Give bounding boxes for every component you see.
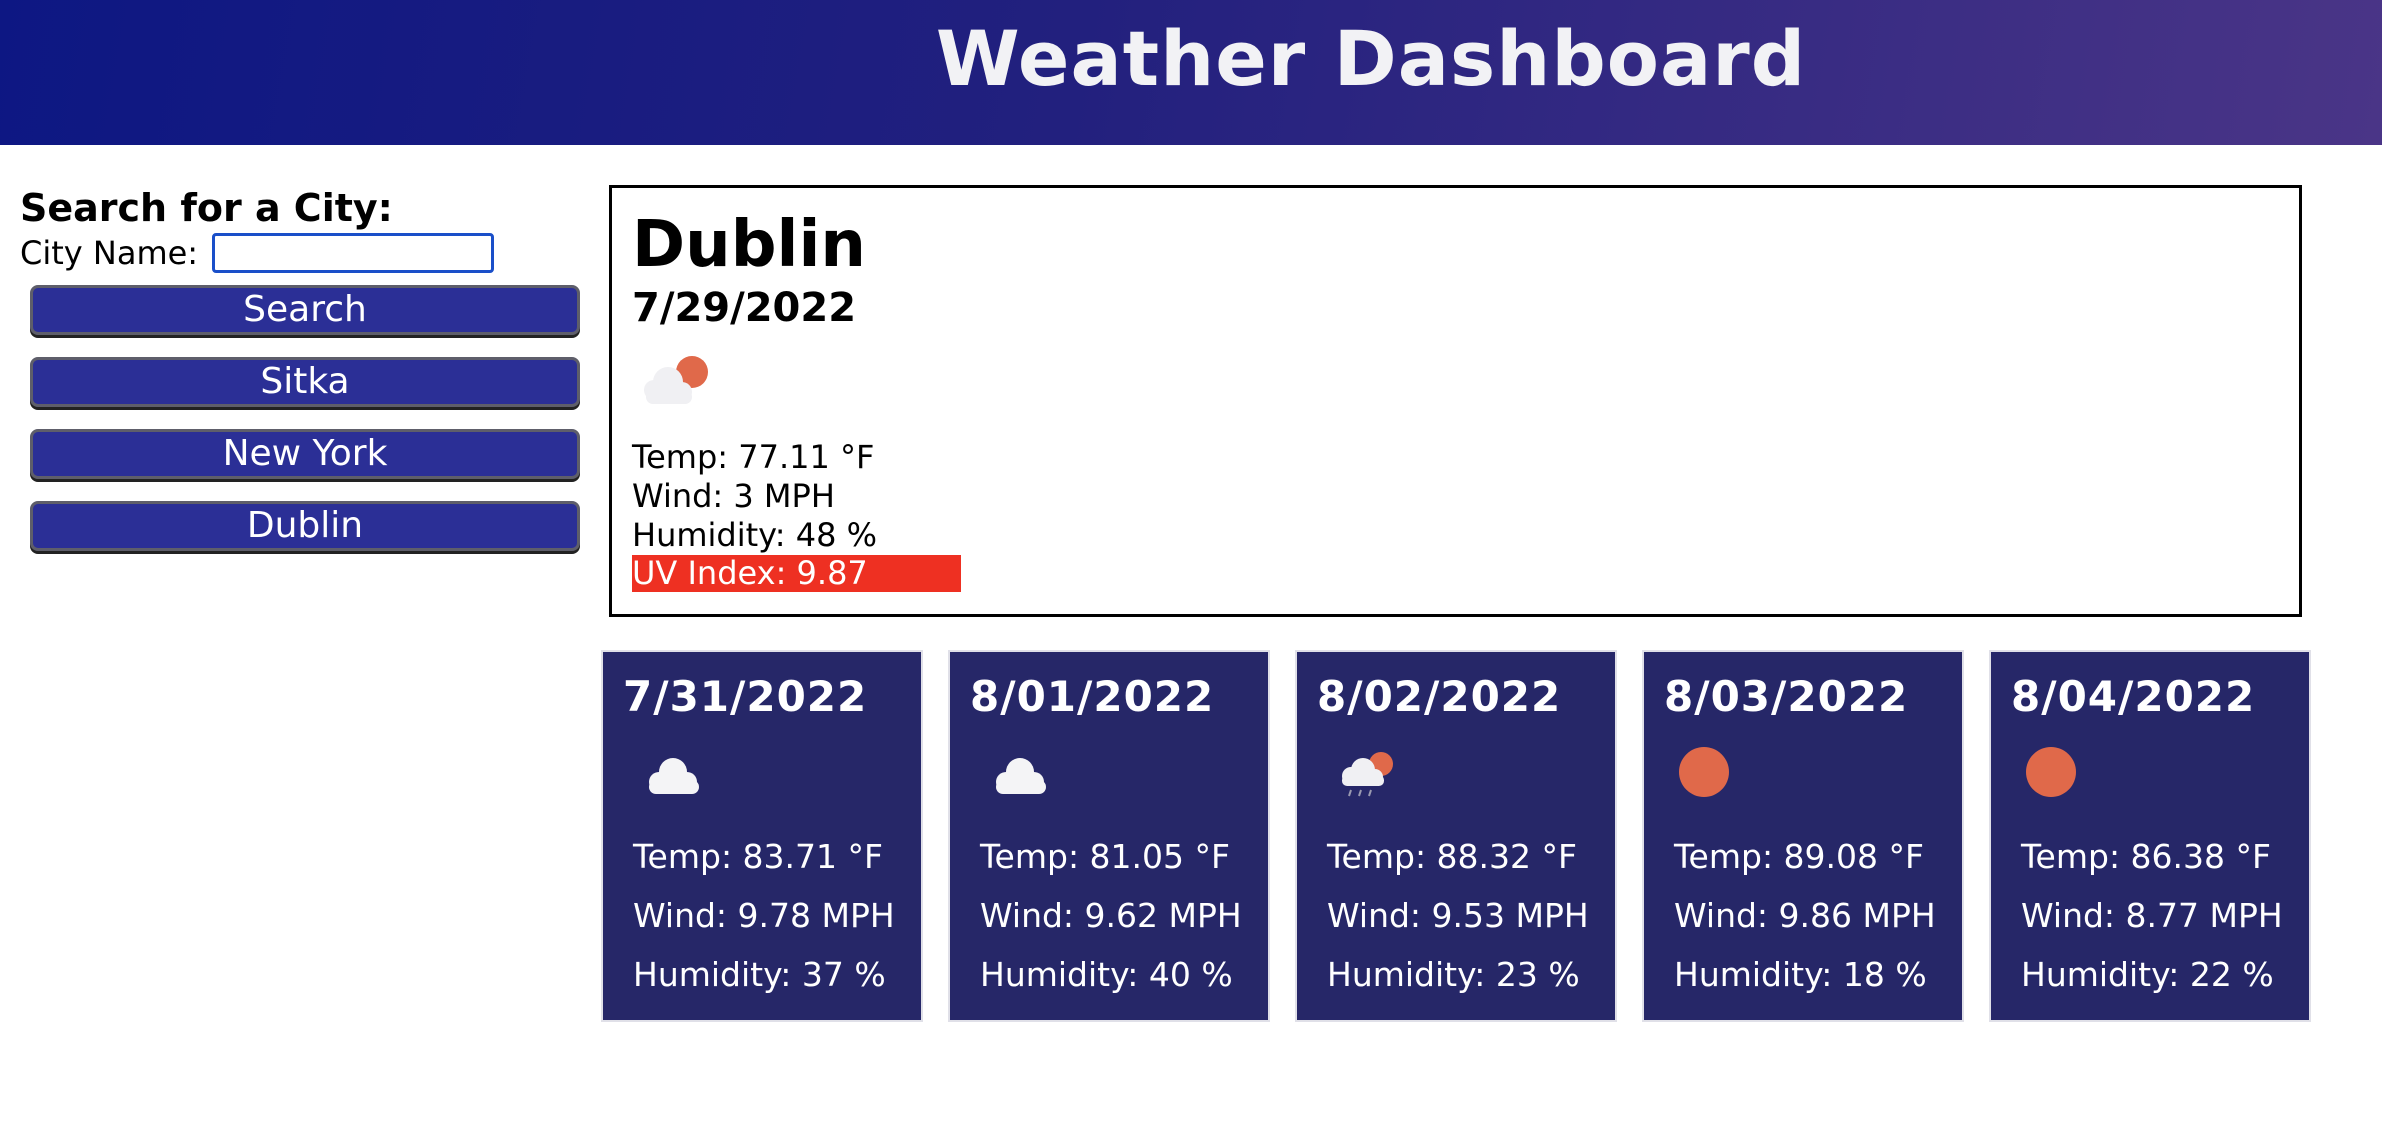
forecast-wind: Wind: 9.62 MPH xyxy=(980,896,1242,935)
forecast-date: 7/31/2022 xyxy=(623,672,868,721)
current-weather-panel: Dublin 7/29/2022 Temp: 77.11 °F Wind: 3 … xyxy=(609,185,2302,617)
cloud-icon xyxy=(996,758,1046,794)
current-humidity: Humidity: 48 % xyxy=(632,516,878,554)
city-name-label: City Name: xyxy=(20,234,199,272)
forecast-wind: Wind: 9.53 MPH xyxy=(1327,896,1589,935)
forecast-temp: Temp: 86.38 °F xyxy=(2021,837,2271,876)
city-name-input[interactable] xyxy=(212,233,495,273)
rain-sun-icon xyxy=(1342,752,1393,797)
five-day-forecast: 7/31/2022 Temp: 83.71 °F Wind: 9.78 MPH … xyxy=(601,650,2311,1022)
forecast-humidity: Humidity: 37 % xyxy=(633,955,886,994)
current-date: 7/29/2022 xyxy=(632,285,857,331)
sun-icon xyxy=(2026,747,2076,797)
page-title: Weather Dashboard xyxy=(935,14,1807,103)
forecast-wind: Wind: 8.77 MPH xyxy=(2021,896,2283,935)
forecast-date: 8/01/2022 xyxy=(970,672,1215,721)
forecast-humidity: Humidity: 40 % xyxy=(980,955,1233,994)
city-row: City Name: xyxy=(20,231,580,275)
history-button-sitka[interactable]: Sitka xyxy=(30,357,580,407)
partly-cloudy-icon xyxy=(644,356,708,404)
sun-icon xyxy=(1679,747,1729,797)
forecast-card: 8/02/2022 Temp: 88.32 °F Wind: 9.53 MPH … xyxy=(1295,650,1617,1022)
search-heading: Search for a City: xyxy=(20,186,393,230)
forecast-date: 8/04/2022 xyxy=(2011,672,2256,721)
forecast-date: 8/02/2022 xyxy=(1317,672,1562,721)
current-stats: Temp: 77.11 °F Wind: 3 MPH Humidity: 48 … xyxy=(632,438,2299,592)
cloud-icon xyxy=(649,758,699,794)
uv-index-badge: UV Index: 9.87 xyxy=(632,555,961,592)
forecast-humidity: Humidity: 22 % xyxy=(2021,955,2274,994)
forecast-wind: Wind: 9.86 MPH xyxy=(1674,896,1936,935)
current-city-name: Dublin xyxy=(632,208,866,282)
forecast-temp: Temp: 81.05 °F xyxy=(980,837,1230,876)
history-button-dublin[interactable]: Dublin xyxy=(30,501,580,551)
forecast-card: 8/04/2022 Temp: 86.38 °F Wind: 8.77 MPH … xyxy=(1989,650,2311,1022)
forecast-card: 7/31/2022 Temp: 83.71 °F Wind: 9.78 MPH … xyxy=(601,650,923,1022)
forecast-card: 8/01/2022 Temp: 81.05 °F Wind: 9.62 MPH … xyxy=(948,650,1270,1022)
header-banner: Weather Dashboard xyxy=(0,0,2382,145)
forecast-temp: Temp: 88.32 °F xyxy=(1327,837,1577,876)
forecast-card: 8/03/2022 Temp: 89.08 °F Wind: 9.86 MPH … xyxy=(1642,650,1964,1022)
forecast-humidity: Humidity: 18 % xyxy=(1674,955,1927,994)
current-wind: Wind: 3 MPH xyxy=(632,477,835,515)
forecast-temp: Temp: 83.71 °F xyxy=(633,837,883,876)
history-button-new-york[interactable]: New York xyxy=(30,429,580,479)
search-button[interactable]: Search xyxy=(30,285,580,335)
forecast-date: 8/03/2022 xyxy=(1664,672,1909,721)
forecast-wind: Wind: 9.78 MPH xyxy=(633,896,895,935)
search-panel: Search for a City: City Name: Search Sit… xyxy=(20,185,580,551)
current-temp: Temp: 77.11 °F xyxy=(632,438,875,476)
forecast-temp: Temp: 89.08 °F xyxy=(1674,837,1924,876)
forecast-humidity: Humidity: 23 % xyxy=(1327,955,1580,994)
